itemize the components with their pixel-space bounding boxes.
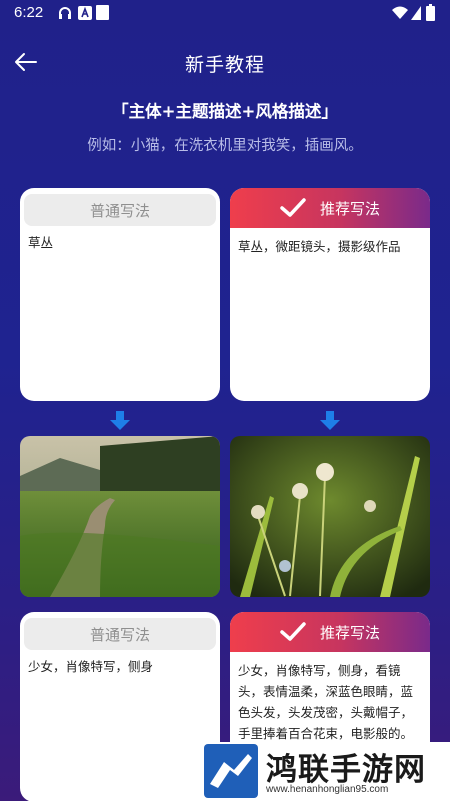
normal-prompt-card: 普通写法 草丛 <box>20 188 220 401</box>
prompt-example: 例如：小猫，在洗衣机里对我笑，插画风。 <box>87 138 363 154</box>
recommended-header: 推荐写法 <box>230 612 430 652</box>
grass-landscape-image <box>20 436 220 597</box>
recommended-label: 推荐写法 <box>319 623 380 642</box>
recommended-prompt-text: 草丛，微距镜头，摄影级作品 <box>238 239 401 254</box>
recommended-prompt-card: 推荐写法 草丛，微距镜头，摄影级作品 <box>230 188 430 401</box>
status-bar: 6:22 <box>0 0 450 26</box>
wifi-icon <box>392 6 408 19</box>
font-a-icon <box>78 6 92 20</box>
recommended-label: 推荐写法 <box>319 199 380 218</box>
normal-label: 普通写法 <box>24 618 216 650</box>
watermark-title: 鸿联手游网 <box>266 752 426 788</box>
grass-macro-image <box>230 436 430 597</box>
page-title: 新手教程 <box>184 54 265 76</box>
signal-icon <box>411 6 421 20</box>
prompt-formula: 「主体+主题描述+风格描述」 <box>112 102 338 121</box>
app-bar: 新手教程 <box>0 38 450 86</box>
check-icon <box>280 198 306 217</box>
check-icon <box>280 622 306 641</box>
down-arrow-icon <box>110 411 130 430</box>
normal-label: 普通写法 <box>24 194 216 226</box>
battery-icon <box>426 4 435 21</box>
status-time: 6:22 <box>14 4 44 21</box>
normal-prompt-card: 普通写法 少女，肖像特写，侧身 <box>20 612 220 801</box>
down-arrow-icon <box>320 411 340 430</box>
normal-prompt-text: 草丛 <box>28 235 54 250</box>
watermark-url: www.henanhonglian95.com <box>266 784 389 795</box>
watermark: 鸿联手游网 www.henanhonglian95.com <box>200 742 450 801</box>
recommended-header: 推荐写法 <box>230 188 430 228</box>
normal-prompt-text: 少女，肖像特写，侧身 <box>28 659 154 674</box>
watermark-logo-icon <box>204 744 258 798</box>
square-icon <box>96 5 109 20</box>
headset-icon <box>59 7 71 19</box>
